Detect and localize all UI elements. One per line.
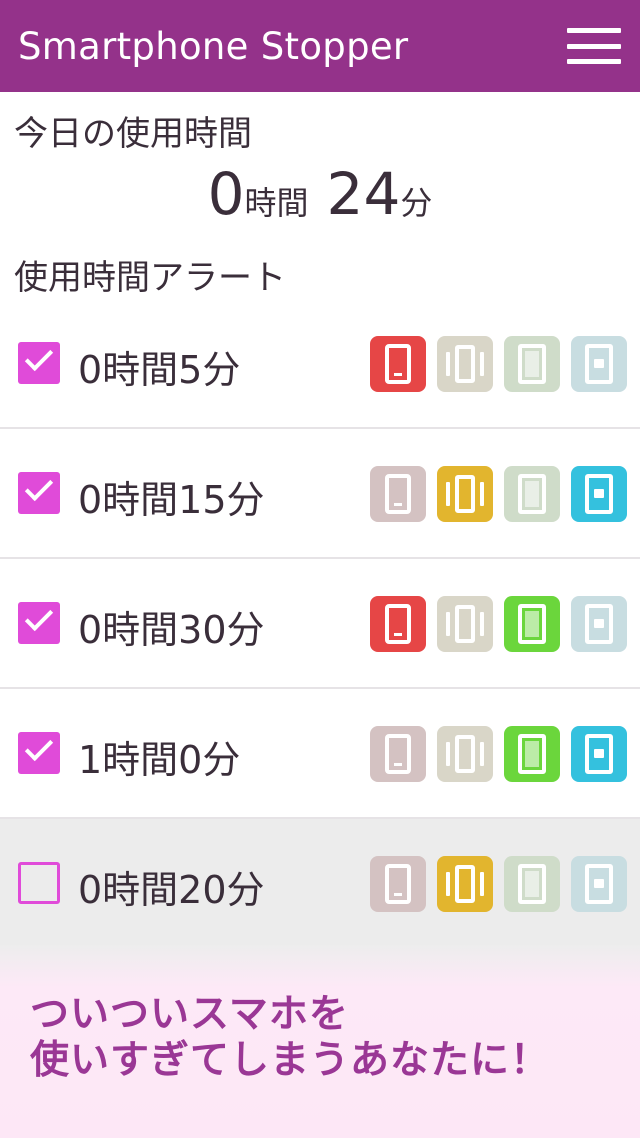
screen-alert-icon[interactable] (370, 726, 426, 782)
vibrate-icon[interactable] (437, 726, 493, 782)
alert-list: 0時間5分 0時間15分 0時間30分 1時間0分 0時間20分 (0, 299, 640, 949)
app-title: Smartphone Stopper (18, 24, 409, 68)
screen-alert-icon[interactable] (370, 596, 426, 652)
alert-row[interactable]: 0時間5分 (0, 299, 640, 429)
alert-checkbox[interactable] (18, 732, 60, 774)
today-usage-label: 今日の使用時間 (14, 114, 252, 154)
notification-icon[interactable] (571, 856, 627, 912)
flash-icon[interactable] (504, 726, 560, 782)
hamburger-icon[interactable] (566, 25, 622, 67)
vibrate-icon[interactable] (437, 596, 493, 652)
menu-line (567, 59, 621, 64)
notification-icon[interactable] (571, 596, 627, 652)
screen-alert-icon[interactable] (370, 466, 426, 522)
flash-icon[interactable] (504, 466, 560, 522)
flash-icon[interactable] (504, 336, 560, 392)
menu-line (567, 43, 621, 49)
notification-icon[interactable] (571, 726, 627, 782)
alert-checkbox[interactable] (18, 862, 60, 904)
alert-checkbox[interactable] (18, 602, 60, 644)
alert-row[interactable]: 0時間15分 (0, 429, 640, 559)
app-bar: Smartphone Stopper (0, 0, 640, 92)
alert-time-label: 0時間30分 (78, 608, 265, 652)
usage-minutes: 24 (326, 160, 401, 228)
alert-row[interactable]: 1時間0分 (0, 689, 640, 819)
menu-line (567, 28, 621, 33)
alert-row[interactable]: 0時間30分 (0, 559, 640, 689)
alert-row[interactable]: 0時間20分 (0, 819, 640, 949)
today-usage-value: 0時間 24分 (0, 160, 640, 228)
notification-icon[interactable] (571, 466, 627, 522)
vibrate-icon[interactable] (437, 336, 493, 392)
usage-alert-heading: 使用時間アラート (14, 258, 286, 298)
vibrate-icon[interactable] (437, 856, 493, 912)
usage-hours-unit: 時間 (244, 184, 309, 222)
alert-time-label: 0時間15分 (78, 478, 265, 522)
usage-hours: 0 (207, 160, 245, 228)
screen-alert-icon[interactable] (370, 336, 426, 392)
usage-minutes-unit: 分 (400, 184, 433, 222)
alert-time-label: 0時間5分 (78, 348, 241, 392)
promo-banner: ついついスマホを 使いすぎてしまうあなたに！ (0, 945, 640, 1138)
alert-checkbox[interactable] (18, 342, 60, 384)
alert-time-label: 0時間20分 (78, 868, 265, 912)
notification-icon[interactable] (571, 336, 627, 392)
screen-alert-icon[interactable] (370, 856, 426, 912)
vibrate-icon[interactable] (437, 466, 493, 522)
flash-icon[interactable] (504, 856, 560, 912)
promo-line-2: 使いすぎてしまうあなたに！ (30, 1038, 551, 1083)
alert-time-label: 1時間0分 (78, 738, 241, 782)
flash-icon[interactable] (504, 596, 560, 652)
alert-checkbox[interactable] (18, 472, 60, 514)
